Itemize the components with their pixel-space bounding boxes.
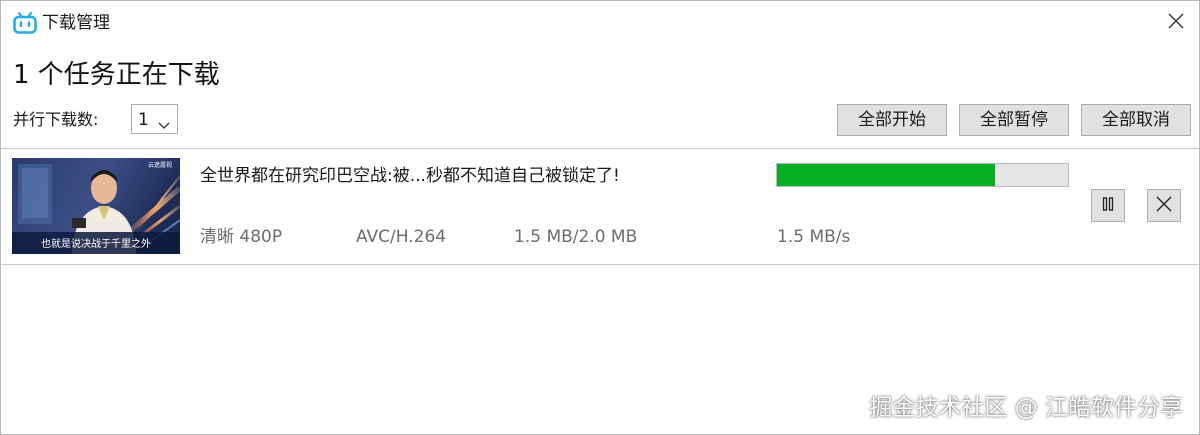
progress-fill xyxy=(777,164,996,186)
download-progress-bar xyxy=(776,163,1069,187)
thumbnail-logo: 云遮露视 xyxy=(148,161,172,169)
list-bottom-divider xyxy=(1,264,1199,265)
download-size: 1.5 MB/2.0 MB xyxy=(514,227,638,247)
chevron-down-icon xyxy=(158,115,170,135)
start-all-button[interactable]: 全部开始 xyxy=(837,104,947,136)
cancel-all-button[interactable]: 全部取消 xyxy=(1081,104,1191,136)
download-manager-window: 下载管理 1 个任务正在下载 并行下载数: 1 全部开始 全部暂停 全部取消 也… xyxy=(0,0,1200,435)
title-bar: 下载管理 xyxy=(1,1,1199,45)
pause-all-button[interactable]: 全部暂停 xyxy=(959,104,1069,136)
concurrency-value: 1 xyxy=(138,110,149,130)
download-quality: 清晰 480P xyxy=(200,227,283,247)
close-icon xyxy=(1155,195,1173,217)
window-title: 下载管理 xyxy=(42,13,110,33)
download-title: 全世界都在研究印巴空战:被...秒都不知道自己被锁定了! xyxy=(200,166,620,186)
download-codec: AVC/H.264 xyxy=(356,227,447,247)
concurrency-select[interactable]: 1 xyxy=(131,104,178,134)
download-status-heading: 1 个任务正在下载 xyxy=(13,60,220,90)
video-thumbnail: 也就是说决战于千里之外 云遮露视 xyxy=(12,158,180,254)
download-speed: 1.5 MB/s xyxy=(777,227,851,247)
list-top-divider xyxy=(1,148,1199,149)
pause-icon xyxy=(1100,196,1116,216)
thumbnail-caption: 也就是说决战于千里之外 xyxy=(41,237,151,250)
pause-download-button[interactable] xyxy=(1091,189,1125,222)
close-icon xyxy=(1167,12,1185,34)
concurrency-label: 并行下载数: xyxy=(13,110,99,129)
bilibili-tv-icon xyxy=(13,11,37,34)
remove-download-button[interactable] xyxy=(1147,189,1181,222)
watermark: 掘金技术社区 @ 江皓软件分享 xyxy=(869,395,1183,421)
window-close-button[interactable] xyxy=(1161,9,1191,37)
